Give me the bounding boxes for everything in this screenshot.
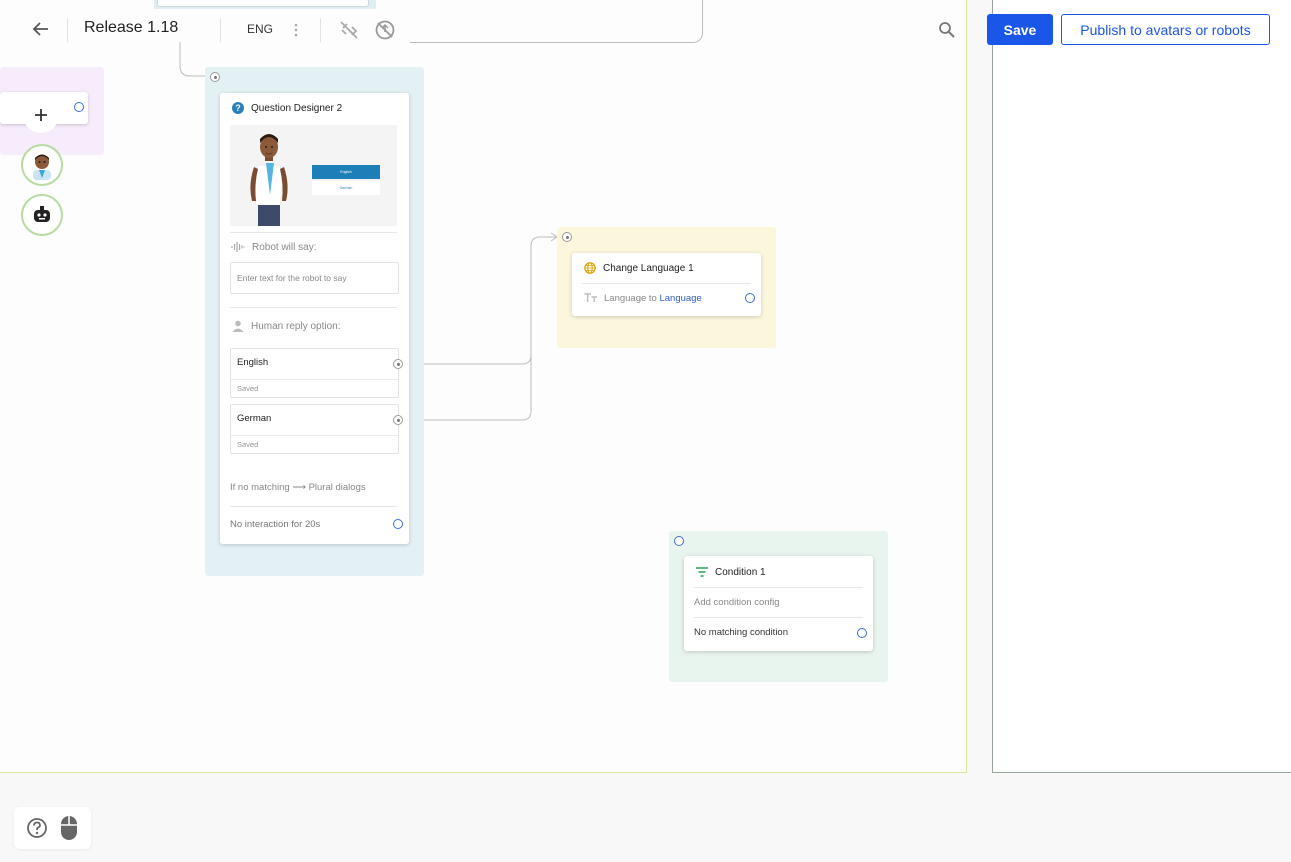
- canvas-helper-panel: [14, 807, 91, 849]
- divider: [694, 617, 863, 618]
- person-icon: [232, 320, 244, 332]
- reply-option-english[interactable]: English Saved: [230, 348, 399, 398]
- divider: [230, 307, 397, 308]
- change-language-input-port[interactable]: [562, 232, 572, 242]
- toolbar: Release 1.18 ENG: [0, 0, 966, 58]
- no-interaction-port[interactable]: [393, 519, 403, 529]
- link-off-icon: [340, 21, 358, 39]
- preview-option-1: English: [312, 165, 380, 179]
- no-match-route[interactable]: If no matching ⟶ Plural dialogs: [230, 482, 366, 493]
- back-button[interactable]: [28, 16, 54, 42]
- divider: [694, 587, 863, 588]
- reply-english-port[interactable]: [393, 359, 403, 369]
- connector-english-to-language: [404, 236, 556, 365]
- no-sync-icon: [375, 20, 395, 40]
- reply-option-german[interactable]: German Saved: [230, 404, 399, 454]
- reply-option-status: Saved: [237, 440, 259, 449]
- robot-say-input[interactable]: Enter text for the robot to say: [230, 262, 399, 294]
- search-button[interactable]: [936, 19, 958, 41]
- avatar-option[interactable]: [21, 144, 63, 186]
- reply-option-label: English: [237, 357, 269, 368]
- avatar-figure: [250, 134, 288, 226]
- question-input-port[interactable]: [210, 72, 220, 82]
- robot-say-label: Robot will say:: [252, 242, 317, 253]
- globe-icon: [584, 262, 596, 274]
- change-language-card[interactable]: Change Language 1 Language to Language: [572, 253, 761, 316]
- human-reply-label: Human reply option:: [251, 321, 341, 332]
- mouse-icon[interactable]: [60, 815, 78, 841]
- save-button[interactable]: Save: [987, 14, 1053, 45]
- condition-config-placeholder[interactable]: Add condition config: [694, 597, 780, 608]
- text-size-icon: [584, 293, 597, 302]
- question-node-card[interactable]: ? Question Designer 2 English German Rob…: [220, 93, 409, 544]
- reply-german-port[interactable]: [393, 415, 403, 425]
- no-interaction-timeout: No interaction for 20s: [230, 519, 321, 530]
- divider: [67, 18, 68, 42]
- sync-off-button[interactable]: [373, 18, 397, 42]
- question-preview-image: English German: [230, 125, 397, 226]
- preview-option-2: German: [312, 181, 380, 195]
- more-options-button[interactable]: [288, 20, 304, 40]
- unlink-button[interactable]: [337, 18, 361, 42]
- soundwave-icon: [231, 242, 245, 252]
- divider: [231, 379, 398, 380]
- right-panel: [992, 0, 1291, 773]
- question-icon: ?: [232, 102, 244, 114]
- language-field[interactable]: Language to Language: [604, 293, 702, 304]
- divider: [230, 232, 397, 233]
- svg-text:?: ?: [235, 103, 241, 113]
- divider: [220, 18, 221, 42]
- change-language-output-port[interactable]: [745, 293, 755, 303]
- no-matching-condition: No matching condition: [694, 627, 788, 638]
- no-match-prefix: If no matching: [230, 482, 290, 493]
- no-match-target: Plural dialogs: [308, 482, 366, 493]
- condition-output-port[interactable]: [857, 628, 867, 638]
- search-icon: [939, 22, 955, 38]
- release-title: Release 1.18: [84, 19, 179, 36]
- arrow-icon: ⟶: [292, 482, 306, 493]
- robot-icon: [34, 206, 50, 222]
- divider: [231, 435, 398, 436]
- divider: [320, 18, 321, 42]
- divider: [230, 506, 397, 507]
- question-node-title: Question Designer 2: [251, 103, 343, 114]
- reply-option-status: Saved: [237, 384, 259, 393]
- start-output-port[interactable]: [74, 102, 84, 112]
- language-selector[interactable]: ENG: [247, 22, 273, 36]
- robot-say-placeholder: Enter text for the robot to say: [237, 273, 347, 283]
- reply-option-label: German: [237, 413, 272, 424]
- divider: [582, 283, 751, 284]
- language-field-prefix: Language to: [604, 293, 657, 304]
- flow-canvas[interactable]: Release 1.18 ENG ? Question Designer 2 E…: [0, 0, 967, 773]
- change-language-title: Change Language 1: [603, 263, 694, 274]
- back-arrow-icon: [32, 22, 48, 36]
- publish-button[interactable]: Publish to avatars or robots: [1061, 14, 1270, 45]
- condition-input-port[interactable]: [674, 536, 684, 546]
- plus-icon: [35, 109, 47, 121]
- help-icon[interactable]: [26, 817, 48, 839]
- robot-option[interactable]: [21, 194, 63, 236]
- condition-card[interactable]: Condition 1 Add condition config No matc…: [684, 556, 873, 651]
- add-node-button[interactable]: [23, 97, 59, 133]
- filter-icon: [696, 567, 708, 577]
- more-vertical-icon: [294, 23, 298, 37]
- avatar-icon: [33, 154, 51, 180]
- condition-title: Condition 1: [715, 567, 766, 578]
- language-field-value[interactable]: Language: [659, 293, 701, 304]
